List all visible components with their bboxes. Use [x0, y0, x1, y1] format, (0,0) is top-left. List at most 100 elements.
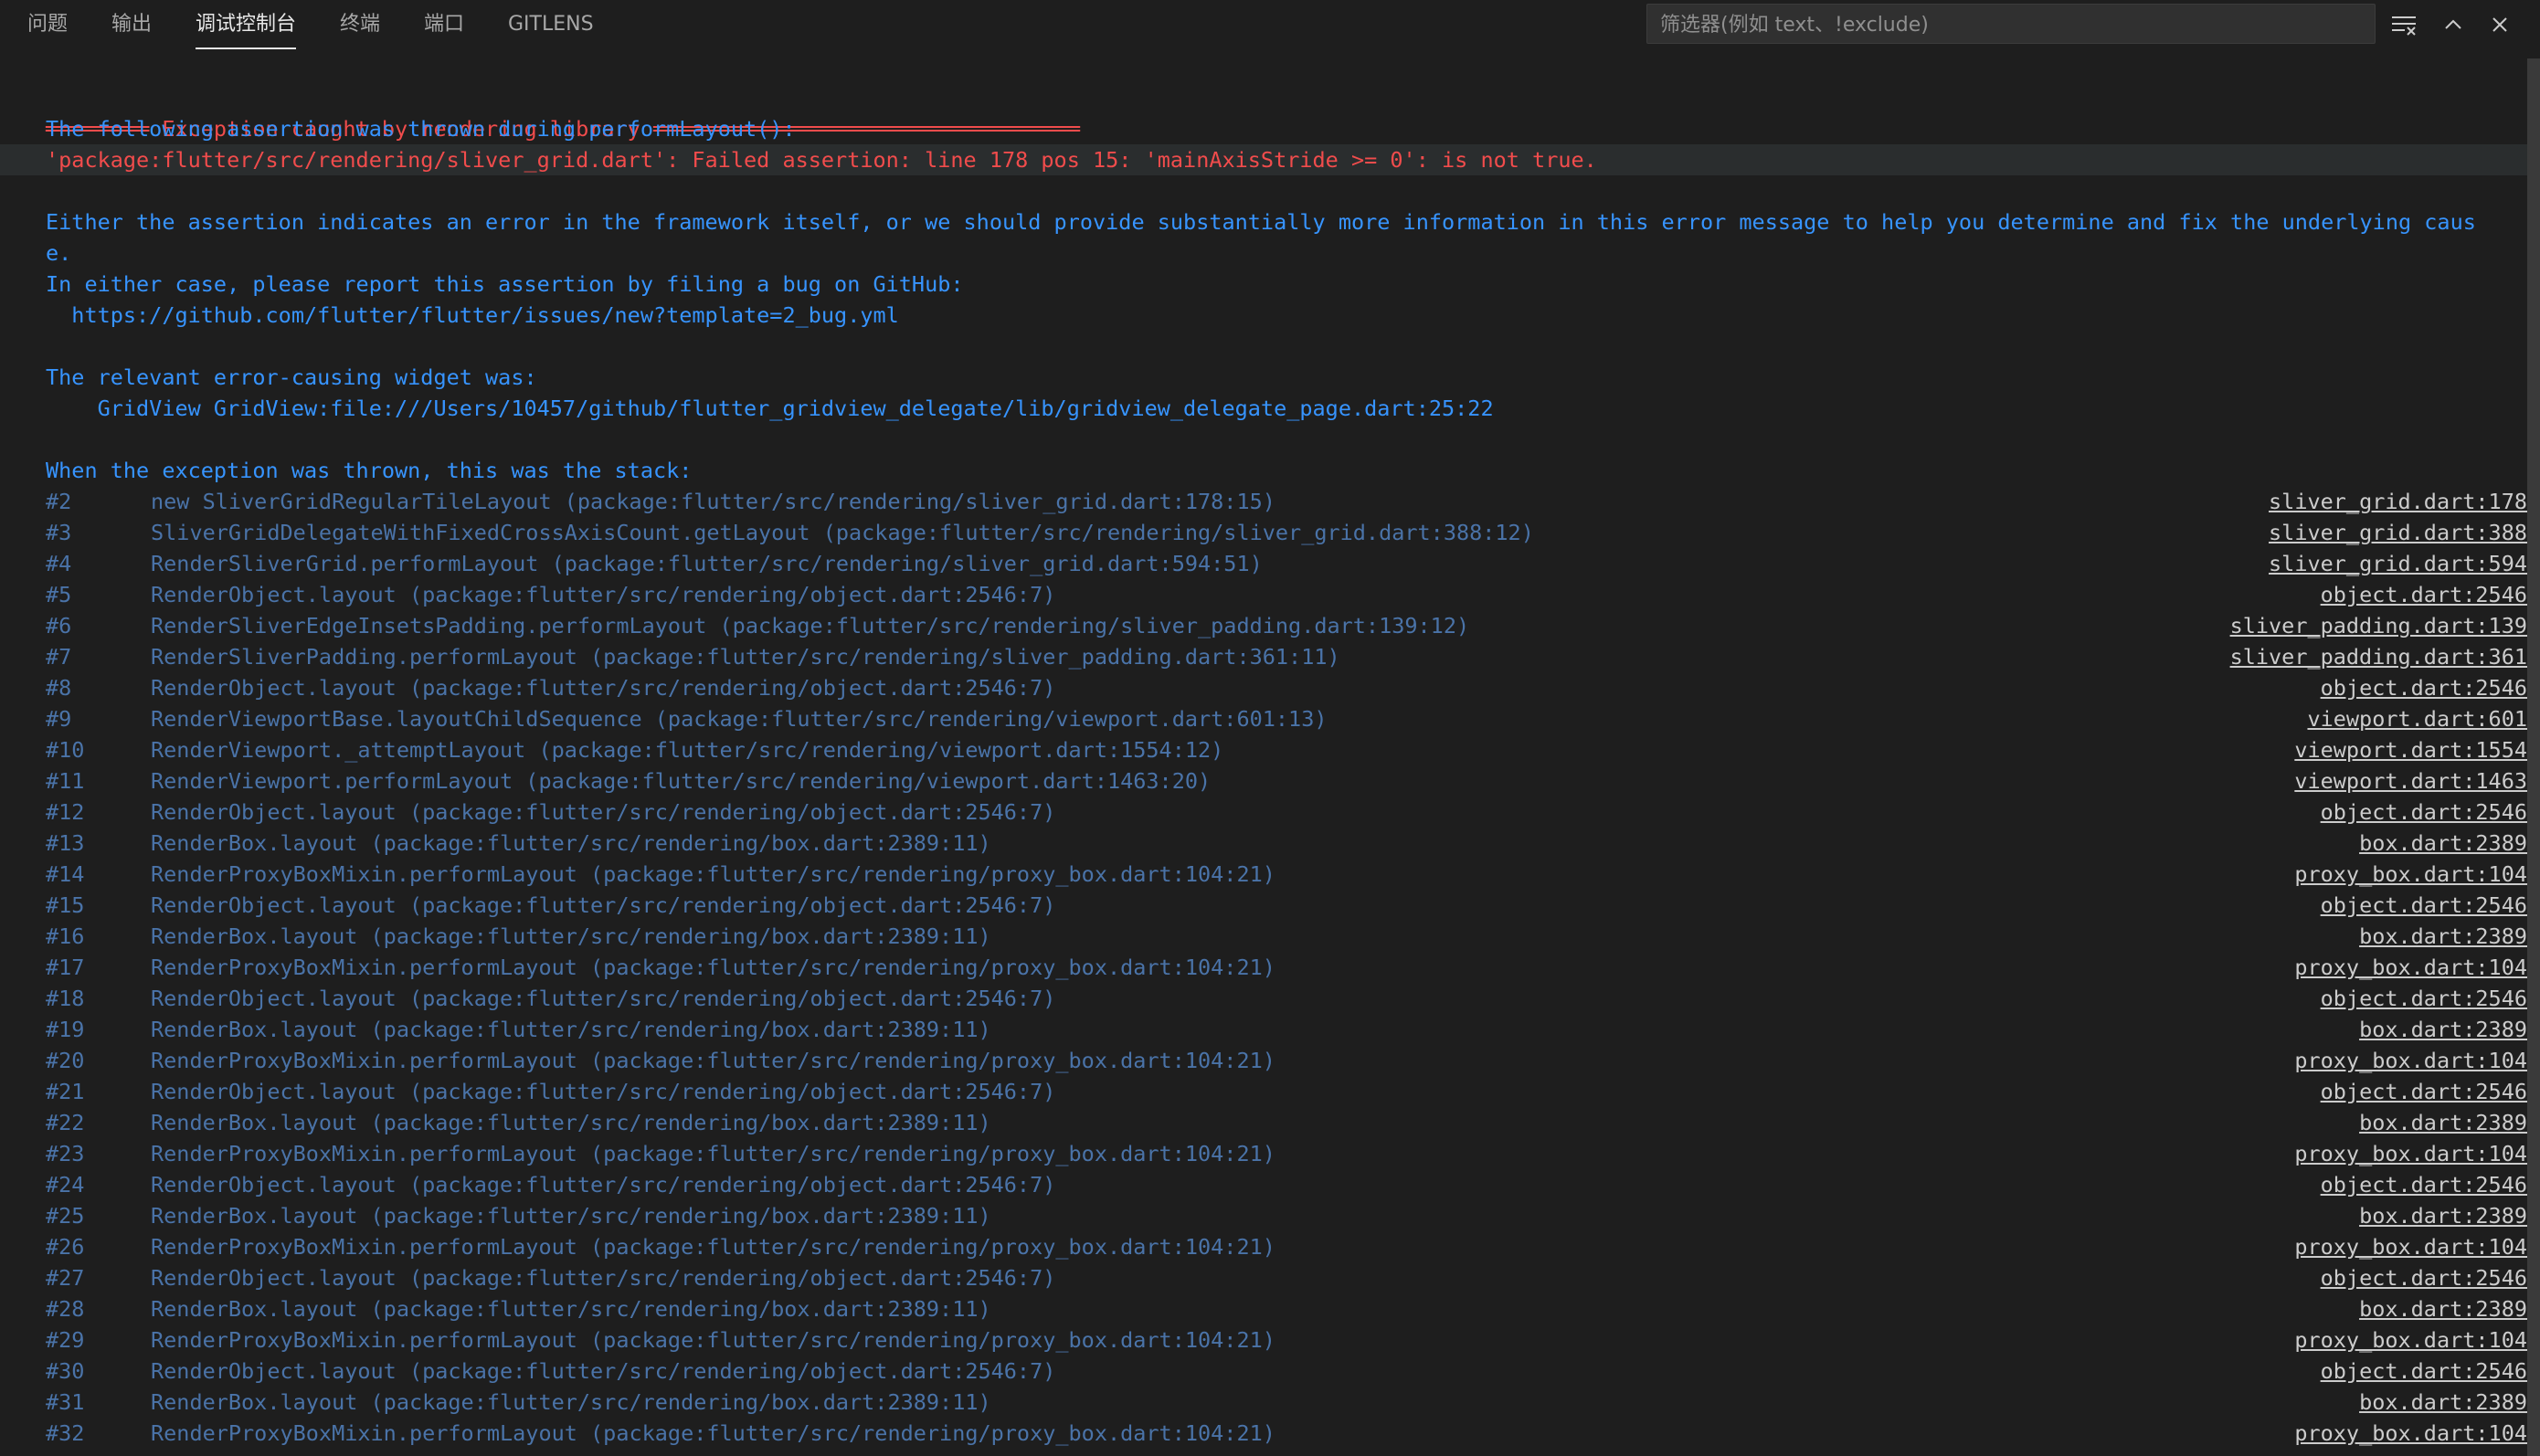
- stack-source-link[interactable]: box.dart:2389: [2359, 921, 2527, 952]
- console-line: GridView GridView:file:///Users/10457/gi…: [0, 393, 2527, 424]
- stack-frame-row: #26 RenderProxyBoxMixin.performLayout (pa…: [0, 1231, 2527, 1262]
- stack-frame-text: RenderBox.layout (package:flutter/src/re…: [151, 1110, 991, 1135]
- stack-source-link[interactable]: object.dart:2546: [2321, 1076, 2527, 1107]
- stack-frame-text: RenderBox.layout (package:flutter/src/re…: [151, 1389, 991, 1415]
- stack-frame-text: RenderObject.layout (package:flutter/src…: [151, 1358, 1056, 1384]
- stack-source-link[interactable]: viewport.dart:1463: [2294, 765, 2527, 797]
- stack-source-link[interactable]: box.dart:2389: [2359, 828, 2527, 859]
- stack-frame-number: #26: [46, 1234, 85, 1260]
- stack-frame-number: #27: [46, 1265, 85, 1291]
- stack-frame-number: #25: [46, 1203, 85, 1229]
- console-scrollbar[interactable]: [2527, 49, 2540, 1456]
- close-panel-button[interactable]: [2484, 9, 2515, 40]
- stack-frame-number: #23: [46, 1141, 85, 1166]
- stack-frame-number: #12: [46, 799, 85, 825]
- stack-frame-number: #30: [46, 1358, 85, 1384]
- stack-frame-row: #18 RenderObject.layout (package:flutter/…: [0, 983, 2527, 1014]
- stack-frame-row: #30 RenderObject.layout (package:flutter/…: [0, 1356, 2527, 1387]
- stack-source-link[interactable]: object.dart:2546: [2321, 672, 2527, 703]
- stack-frame-row: #32 RenderProxyBoxMixin.performLayout (pa…: [0, 1418, 2527, 1449]
- stack-source-link[interactable]: viewport.dart:1554: [2294, 734, 2527, 765]
- tab-debug-console[interactable]: 调试控制台: [196, 0, 297, 49]
- stack-source-link[interactable]: proxy_box.dart:104: [2294, 859, 2527, 890]
- stack-frame-text: RenderProxyBoxMixin.performLayout (packa…: [151, 1327, 1275, 1353]
- stack-source-link[interactable]: object.dart:2546: [2321, 579, 2527, 610]
- clear-filter-button[interactable]: [2388, 9, 2419, 40]
- stack-source-link[interactable]: object.dart:2546: [2321, 797, 2527, 828]
- stack-frame-text: RenderSliverGrid.performLayout (package:…: [151, 551, 1263, 576]
- stack-frame-row: #20 RenderProxyBoxMixin.performLayout (pa…: [0, 1045, 2527, 1076]
- stack-source-link[interactable]: sliver_padding.dart:139: [2230, 610, 2527, 641]
- stack-source-link[interactable]: sliver_grid.dart:594: [2269, 548, 2527, 579]
- stack-frame-number: #21: [46, 1079, 85, 1104]
- stack-frame-number: #19: [46, 1017, 85, 1042]
- tab-output[interactable]: 输出: [111, 0, 152, 49]
- stack-frame-number: #11: [46, 768, 85, 794]
- stack-source-link[interactable]: box.dart:2389: [2359, 1107, 2527, 1138]
- stack-source-link[interactable]: sliver_grid.dart:178: [2269, 486, 2527, 517]
- stack-frame-text: RenderObject.layout (package:flutter/src…: [151, 986, 1056, 1011]
- stack-frame-row: #21 RenderObject.layout (package:flutter/…: [0, 1076, 2527, 1107]
- stack-frame-row: #22 RenderBox.layout (package:flutter/src…: [0, 1107, 2527, 1138]
- stack-source-link[interactable]: object.dart:2546: [2321, 1262, 2527, 1293]
- stack-source-link[interactable]: proxy_box.dart:104: [2294, 1231, 2527, 1262]
- stack-source-link[interactable]: proxy_box.dart:104: [2294, 1324, 2527, 1356]
- stack-frame-number: #9: [46, 706, 72, 732]
- console-line: The following assertion was thrown durin…: [0, 113, 2527, 144]
- chevron-up-icon: [2445, 19, 2461, 29]
- stack-frame-number: #3: [46, 520, 72, 545]
- tab-terminal[interactable]: 终端: [340, 0, 380, 49]
- tab-gitlens[interactable]: GITLENS: [508, 0, 594, 49]
- stack-frame-number: #18: [46, 986, 85, 1011]
- stack-source-link[interactable]: box.dart:2389: [2359, 1200, 2527, 1231]
- stack-source-link[interactable]: object.dart:2546: [2321, 983, 2527, 1014]
- stack-frame-row: #10 RenderViewport._attemptLayout (packag…: [0, 734, 2527, 765]
- close-icon: [2492, 17, 2507, 32]
- stack-source-link[interactable]: proxy_box.dart:104: [2294, 1138, 2527, 1169]
- stack-frame-number: #8: [46, 675, 72, 701]
- stack-source-link[interactable]: object.dart:2546: [2321, 1356, 2527, 1387]
- tab-problems[interactable]: 问题: [27, 0, 68, 49]
- stack-frame-row: #3 SliverGridDelegateWithFixedCrossAxisCo…: [0, 517, 2527, 548]
- console-line-text: GridView GridView:file:///Users/10457/gi…: [46, 396, 1494, 421]
- filter-input[interactable]: [1658, 5, 2365, 45]
- stack-source-link[interactable]: proxy_box.dart:104: [2294, 1045, 2527, 1076]
- tab-ports[interactable]: 端口: [424, 0, 464, 49]
- stack-frame-number: #4: [46, 551, 72, 576]
- stack-frame-row: #9 RenderViewportBase.layoutChildSequence…: [0, 703, 2527, 734]
- stack-source-link[interactable]: object.dart:2546: [2321, 890, 2527, 921]
- stack-source-link[interactable]: sliver_grid.dart:388: [2269, 517, 2527, 548]
- stack-frame-number: #29: [46, 1327, 85, 1353]
- stack-frame-text: RenderBox.layout (package:flutter/src/re…: [151, 923, 991, 949]
- stack-source-link[interactable]: proxy_box.dart:104: [2294, 952, 2527, 983]
- stack-source-link[interactable]: box.dart:2389: [2359, 1293, 2527, 1324]
- tab-debug-console-label: 调试控制台: [196, 13, 297, 36]
- clear-filter-icon: [2392, 16, 2416, 36]
- maximize-panel-button[interactable]: [2438, 9, 2469, 40]
- stack-frame-row: #19 RenderBox.layout (package:flutter/src…: [0, 1014, 2527, 1045]
- console-output[interactable]: ════════ Exception caught by rendering l…: [0, 82, 2527, 1456]
- console-line: 'package:flutter/src/rendering/sliver_gr…: [0, 144, 2527, 175]
- stack-source-link[interactable]: viewport.dart:601: [2307, 703, 2527, 734]
- stack-frame-row: #17 RenderProxyBoxMixin.performLayout (pa…: [0, 952, 2527, 983]
- scrollbar-thumb[interactable]: [2527, 58, 2540, 1456]
- stack-source-link[interactable]: box.dart:2389: [2359, 1014, 2527, 1045]
- console-line-text: When the exception was thrown, this was …: [46, 458, 693, 483]
- console-line-text: In either case, please report this asser…: [46, 271, 964, 297]
- stack-source-link[interactable]: box.dart:2389: [2359, 1387, 2527, 1418]
- console-line: In either case, please report this asser…: [0, 269, 2527, 300]
- stack-frame-row: #4 RenderSliverGrid.performLayout (packag…: [0, 548, 2527, 579]
- stack-frame-number: #2: [46, 489, 72, 514]
- stack-source-link[interactable]: sliver_padding.dart:361: [2230, 641, 2527, 672]
- stack-source-link[interactable]: proxy_box.dart:104: [2294, 1418, 2527, 1449]
- active-tab-indicator: [196, 47, 297, 49]
- stack-frame-row: #28 RenderBox.layout (package:flutter/src…: [0, 1293, 2527, 1324]
- stack-frame-number: #32: [46, 1420, 85, 1446]
- console-line-text: Either the assertion indicates an error …: [46, 209, 2476, 235]
- console-line-text: The following assertion was thrown durin…: [46, 116, 796, 142]
- console-line: Either the assertion indicates an error …: [0, 206, 2527, 237]
- stack-source-link[interactable]: object.dart:2546: [2321, 1169, 2527, 1200]
- stack-frame-number: #5: [46, 582, 72, 607]
